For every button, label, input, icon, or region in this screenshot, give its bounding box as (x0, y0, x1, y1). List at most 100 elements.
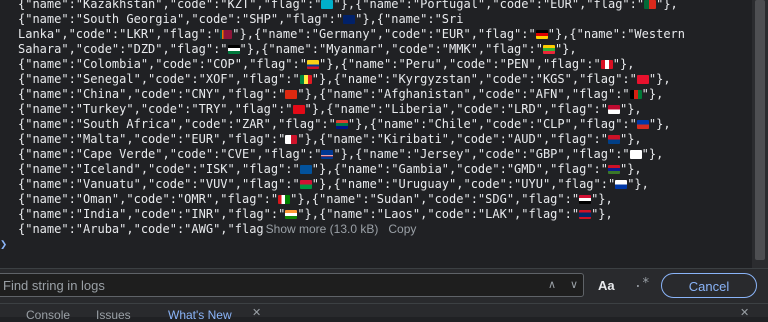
log-text: "},{"name":"Kyrgyzstan","code":"KGS","fl… (311, 72, 637, 86)
flag-ki-icon (607, 135, 620, 144)
log-line: {"name":"South Georgia","code":"SHP","fl… (18, 12, 463, 27)
flag-de-icon (535, 30, 548, 39)
flag-sn-icon (299, 75, 312, 84)
tab-whats-new[interactable]: What's New (168, 308, 232, 322)
log-text: "},{"name":"Gambia","code":"GMD","flag":… (311, 162, 608, 176)
show-more-link[interactable]: Show more (13.0 kB) (266, 222, 379, 236)
log-text: "},{"name":"Afghanistan","code":"AFN","f… (297, 87, 630, 101)
log-text: "}, (619, 102, 642, 116)
log-text: "}, (612, 57, 635, 71)
scrollbar-thumb[interactable] (755, 0, 765, 260)
close-tab-icon[interactable]: ✕ (252, 306, 261, 319)
flag-mt-icon (285, 135, 298, 144)
flag-cl-icon (636, 120, 649, 129)
tab-console[interactable]: Console (26, 308, 70, 322)
log-text: {"name":"South Africa","code":"ZAR","fla… (18, 117, 336, 131)
log-text: "},{"name":"Uruguay","code":"UYU","flag"… (311, 177, 616, 191)
log-text: {"name":"Cape Verde","code":"CVE","flag"… (18, 147, 322, 161)
copy-link[interactable]: Copy (388, 222, 416, 236)
flag-co-icon (306, 60, 319, 69)
log-line: {"name":"South Africa","code":"ZAR","fla… (18, 117, 671, 132)
log-text: {"name":"Colombia","code":"COP","flag":" (18, 57, 307, 71)
log-text: "},{"name":"Jersey","code":"GBP","flag":… (333, 147, 630, 161)
log-line: {"name":"Senegal","code":"XOF","flag":" "… (18, 72, 671, 87)
log-line: Lanka","code":"LKR","flag":" "},{"name":"… (18, 27, 685, 42)
match-case-button[interactable]: Aa (598, 278, 615, 293)
log-text: "},{"name":"Sudan","code":"SDG","flag":" (290, 192, 580, 206)
log-line: {"name":"China","code":"CNY","flag":" "},… (18, 87, 663, 102)
log-text: "},{"name":"Portugal","code":"EUR","flag… (333, 0, 645, 11)
regex-button[interactable]: .* (634, 276, 650, 291)
flag-kz-icon (321, 0, 334, 9)
flag-uy-icon (615, 180, 628, 189)
log-text: "},{"name":"Western (547, 27, 686, 41)
flag-is-icon (299, 165, 312, 174)
chevron-right-icon[interactable]: ❯ (0, 238, 8, 250)
chevron-down-icon[interactable]: ∨ (564, 275, 584, 295)
flag-sd-icon (579, 195, 592, 204)
log-text: {"name":"South Georgia","code":"SHP","fl… (18, 12, 344, 26)
log-line: Sahara","code":"DZD","flag":" "},{"name":… (18, 42, 577, 57)
flag-lk-icon (220, 30, 233, 39)
flag-pe-icon (600, 60, 613, 69)
log-text: "}, (641, 87, 664, 101)
flag-in-icon (285, 210, 298, 219)
log-line: {"name":"Vanuatu","code":"VUV","flag":" "… (18, 177, 649, 192)
log-text: "},{"name":"Germany","code":"EUR","flag"… (232, 27, 536, 41)
log-text: "}, (648, 117, 671, 131)
flag-af-icon (629, 90, 642, 99)
log-text: "}, (619, 132, 642, 146)
log-text: "}, (648, 72, 671, 86)
log-text: {"name":"India","code":"INR","flag":" (18, 207, 286, 221)
flag-pt-icon (644, 0, 657, 9)
log-text: "},{"name":"Myanmar","code":"MMK","flag"… (239, 42, 543, 56)
flag-cn-icon (285, 90, 298, 99)
log-text: Lanka","code":"LKR","flag":" (18, 27, 221, 41)
flag-kg-icon (636, 75, 649, 84)
log-text: "},{"name":"Peru","code":"PEN","flag":" (318, 57, 601, 71)
flag-vu-icon (299, 180, 312, 189)
log-text: "},{"name":"Laos","code":"LAK","flag":" (297, 207, 580, 221)
log-line: {"name":"Colombia","code":"COP","flag":"… (18, 57, 634, 72)
log-line: {"name":"Oman","code":"OMR","flag":" "},{… (18, 192, 613, 207)
flag-gm-icon (607, 165, 620, 174)
log-line: {"name":"Malta","code":"EUR","flag":" "},… (18, 132, 642, 147)
log-text: "},{"name":"Sri (355, 12, 464, 26)
tab-issues[interactable]: Issues (96, 308, 131, 322)
flag-cv-icon (321, 150, 334, 159)
log-text: "},{"name":"Liberia","code":"LRD","flag"… (304, 102, 608, 116)
log-text: {"name":"Aruba","code":"AWG","flag (18, 222, 264, 236)
search-input[interactable] (0, 273, 584, 297)
log-text: "}, (591, 207, 613, 221)
log-text: "}, (554, 42, 577, 56)
flag-tr-icon (292, 105, 305, 114)
chevron-up-icon[interactable]: ∧ (542, 275, 562, 295)
flag-za-icon (335, 120, 348, 129)
cancel-button[interactable]: Cancel (661, 273, 757, 298)
log-text: {"name":"Vanuatu","code":"VUV","flag":" (18, 177, 300, 191)
log-text: "}, (591, 192, 613, 206)
log-text: "}, (641, 147, 664, 161)
log-text: {"name":"Turkey","code":"TRY","flag":" (18, 102, 293, 116)
flag-mm-icon (542, 45, 555, 54)
log-text: "}, (656, 0, 678, 11)
log-line: {"name":"Kazakhstan","code":"KZT","flag"… (18, 0, 678, 12)
flag-je-icon (629, 150, 642, 159)
flag-om-icon (278, 195, 291, 204)
log-text: Sahara","code":"DZD","flag":" (18, 42, 228, 56)
log-text: {"name":"Malta","code":"EUR","flag":" (18, 132, 286, 146)
log-text: {"name":"Kazakhstan","code":"KZT","flag"… (18, 0, 322, 11)
log-text: {"name":"Oman","code":"OMR","flag":" (18, 192, 279, 206)
log-line: {"name":"Aruba","code":"AWG","flag Show m… (18, 222, 416, 237)
close-panel-icon[interactable]: ✕ (740, 306, 749, 319)
log-line: {"name":"Iceland","code":"ISK","flag":" "… (18, 162, 642, 177)
log-text: {"name":"Senegal","code":"XOF","flag":" (18, 72, 300, 86)
log-line: {"name":"Cape Verde","code":"CVE","flag"… (18, 147, 663, 162)
log-text: "},{"name":"Chile","code":"CLP","flag":" (347, 117, 637, 131)
log-line: {"name":"Turkey","code":"TRY","flag":" "}… (18, 102, 642, 117)
log-text: "}, (619, 162, 642, 176)
flag-eh-icon (227, 45, 240, 54)
log-text: "},{"name":"Kiribati","code":"AUD","flag… (297, 132, 608, 146)
log-text: {"name":"Iceland","code":"ISK","flag":" (18, 162, 300, 176)
console-log: {"name":"Kazakhstan","code":"KZT","flag"… (0, 0, 752, 268)
